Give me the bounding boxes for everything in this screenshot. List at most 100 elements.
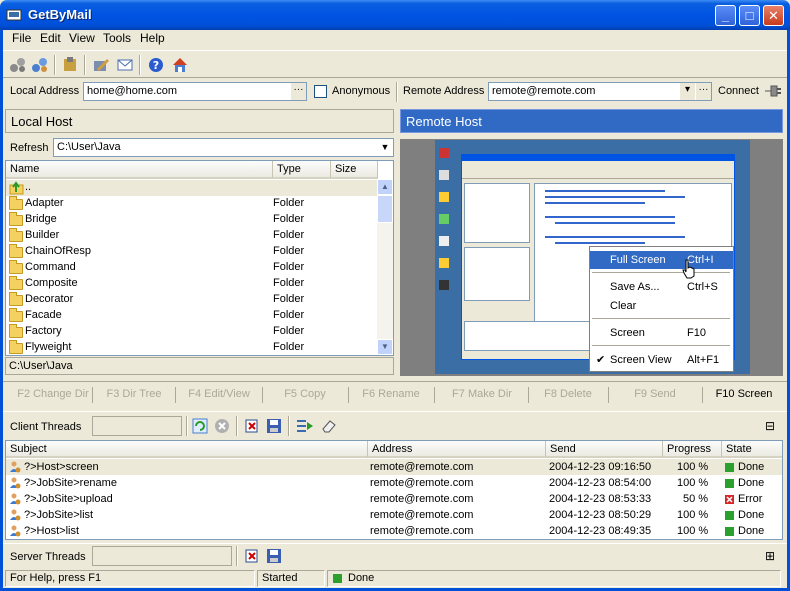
menu-item-label: Save As... bbox=[610, 281, 660, 293]
menu-item-screen-view[interactable]: ✔ Screen View Alt+F1 bbox=[590, 351, 733, 369]
local-path-dropdown[interactable]: ▼ bbox=[377, 140, 393, 155]
plug-icon[interactable] bbox=[762, 82, 782, 100]
stop-icon[interactable] bbox=[214, 418, 230, 434]
file-name: ChainOfResp bbox=[25, 245, 92, 257]
remote-host-header: Remote Host bbox=[400, 109, 783, 133]
client-threads-table[interactable]: Subject Address Send Progress State ?>Ho… bbox=[5, 440, 783, 540]
refresh-button[interactable]: Refresh bbox=[10, 142, 49, 154]
mail-icon[interactable] bbox=[115, 55, 135, 75]
minimize-button[interactable]: _ bbox=[715, 5, 736, 26]
close-button[interactable]: ✕ bbox=[763, 5, 784, 26]
file-name: Facade bbox=[25, 309, 62, 321]
file-type: Folder bbox=[273, 309, 305, 321]
file-type: Folder bbox=[273, 293, 305, 305]
server-threads-field[interactable] bbox=[92, 546, 232, 566]
f5-copy-button[interactable]: F5 Copy bbox=[265, 388, 345, 400]
eraser-icon[interactable] bbox=[321, 418, 337, 434]
scroll-down-arrow[interactable]: ▼ bbox=[377, 339, 393, 355]
local-file-list[interactable]: Name Type Size .. Adapter Folder Bridge Fo… bbox=[5, 160, 394, 356]
remote-address-browse-button[interactable]: ··· bbox=[695, 83, 711, 100]
menu-view[interactable]: View bbox=[65, 31, 99, 45]
list-item[interactable]: Factory Folder bbox=[6, 324, 378, 340]
list-item[interactable]: Builder Folder bbox=[6, 228, 378, 244]
table-row[interactable]: ?>JobSite>upload remote@remote.com 2004-… bbox=[6, 491, 782, 507]
delete-thread-icon[interactable] bbox=[244, 548, 260, 564]
list-item[interactable]: Bridge Folder bbox=[6, 212, 378, 228]
help-icon[interactable]: ? bbox=[146, 55, 166, 75]
f9-send-button[interactable]: F9 Send bbox=[611, 388, 699, 400]
column-name[interactable]: Name bbox=[6, 161, 273, 179]
menu-edit[interactable]: Edit bbox=[36, 31, 65, 45]
table-row[interactable]: ?>JobSite>list remote@remote.com 2004-12… bbox=[6, 507, 782, 523]
f8-delete-button[interactable]: F8 Delete bbox=[531, 388, 605, 400]
status-help: For Help, press F1 bbox=[5, 570, 255, 587]
f4-edit-view-button[interactable]: F4 Edit/View bbox=[179, 388, 259, 400]
local-path-combo[interactable]: C:\User\Java bbox=[53, 138, 394, 157]
edit-icon[interactable] bbox=[91, 55, 111, 75]
list-item[interactable]: Flyweight Folder bbox=[6, 340, 378, 355]
list-item[interactable]: Facade Folder bbox=[6, 308, 378, 324]
save-icon[interactable] bbox=[266, 548, 282, 564]
connect-button[interactable]: Connect bbox=[718, 85, 759, 97]
collapse-icon[interactable]: ⊟ bbox=[765, 419, 775, 433]
title-bar[interactable] bbox=[0, 0, 790, 30]
table-row[interactable]: ?>Host>screen remote@remote.com 2004-12-… bbox=[6, 459, 782, 475]
user-icon bbox=[10, 461, 21, 473]
f2-change-dir-button[interactable]: F2 Change Dir bbox=[8, 388, 98, 400]
tools-icon[interactable] bbox=[60, 55, 80, 75]
table-row[interactable]: ?>JobSite>rename remote@remote.com 2004-… bbox=[6, 475, 782, 491]
local-address-browse-button[interactable]: ··· bbox=[290, 83, 306, 100]
column-send[interactable]: Send bbox=[546, 441, 663, 458]
expand-icon[interactable]: ⊞ bbox=[765, 549, 775, 563]
maximize-button[interactable]: □ bbox=[739, 5, 760, 26]
network-icon[interactable] bbox=[8, 55, 28, 75]
anonymous-checkbox[interactable] bbox=[314, 85, 327, 98]
column-progress[interactable]: Progress bbox=[663, 441, 722, 458]
menu-help[interactable]: Help bbox=[136, 31, 169, 45]
f3-dir-tree-button[interactable]: F3 Dir Tree bbox=[96, 388, 172, 400]
scroll-up-arrow[interactable]: ▲ bbox=[377, 179, 393, 195]
menu-tools[interactable]: Tools bbox=[99, 31, 135, 45]
parent-dir-row[interactable]: .. bbox=[6, 180, 378, 196]
refresh-icon[interactable] bbox=[192, 418, 208, 434]
delete-thread-icon[interactable] bbox=[244, 418, 260, 434]
local-path-value: C:\User\Java bbox=[57, 141, 121, 153]
menu-item-save-as[interactable]: Save As... Ctrl+S bbox=[590, 278, 733, 296]
client-threads-field[interactable] bbox=[92, 416, 182, 436]
list-item[interactable]: Decorator Folder bbox=[6, 292, 378, 308]
list-item[interactable]: Adapter Folder bbox=[6, 196, 378, 212]
function-key-bar: F2 Change Dir F3 Dir Tree F4 Edit/View F… bbox=[3, 381, 787, 407]
menu-item-clear[interactable]: Clear bbox=[590, 297, 733, 315]
menu-bar: File Edit View Tools Help bbox=[3, 30, 787, 48]
column-type[interactable]: Type bbox=[273, 161, 331, 179]
column-state[interactable]: State bbox=[722, 441, 782, 458]
menu-item-full-screen[interactable]: Full Screen Ctrl+I bbox=[590, 251, 733, 269]
menu-file[interactable]: File bbox=[8, 31, 35, 45]
scroll-thumb[interactable] bbox=[377, 195, 393, 223]
app-icon bbox=[6, 9, 22, 21]
thread-progress: 100 % bbox=[677, 477, 709, 489]
user-icon bbox=[10, 525, 21, 537]
local-list-scrollbar[interactable]: ▲ ▼ bbox=[377, 179, 393, 355]
thread-subject: ?>JobSite>rename bbox=[24, 477, 117, 489]
list-item[interactable]: Command Folder bbox=[6, 260, 378, 276]
remote-screen-view[interactable]: Full Screen Ctrl+I Save As... Ctrl+S Clear… bbox=[400, 139, 783, 376]
save-icon[interactable] bbox=[266, 418, 282, 434]
column-size[interactable]: Size bbox=[331, 161, 378, 179]
network-connect-icon[interactable] bbox=[30, 55, 50, 75]
list-item[interactable]: ChainOfResp Folder bbox=[6, 244, 378, 260]
menu-item-screen[interactable]: Screen F10 bbox=[590, 324, 733, 342]
home-icon[interactable] bbox=[170, 55, 190, 75]
f6-rename-button[interactable]: F6 Rename bbox=[351, 388, 431, 400]
f7-make-dir-button[interactable]: F7 Make Dir bbox=[437, 388, 527, 400]
local-address-input[interactable]: home@home.com bbox=[83, 82, 307, 101]
column-subject[interactable]: Subject bbox=[6, 441, 368, 458]
column-address[interactable]: Address bbox=[368, 441, 546, 458]
f10-screen-button[interactable]: F10 Screen bbox=[705, 388, 783, 400]
table-row[interactable]: ?>Host>list remote@remote.com 2004-12-23… bbox=[6, 523, 782, 539]
menu-item-shortcut: Ctrl+S bbox=[687, 281, 718, 293]
list-item[interactable]: Composite Folder bbox=[6, 276, 378, 292]
thread-subject: ?>JobSite>list bbox=[24, 509, 94, 521]
remote-address-dropdown[interactable]: ▾ bbox=[679, 83, 695, 100]
export-icon[interactable] bbox=[296, 418, 314, 434]
